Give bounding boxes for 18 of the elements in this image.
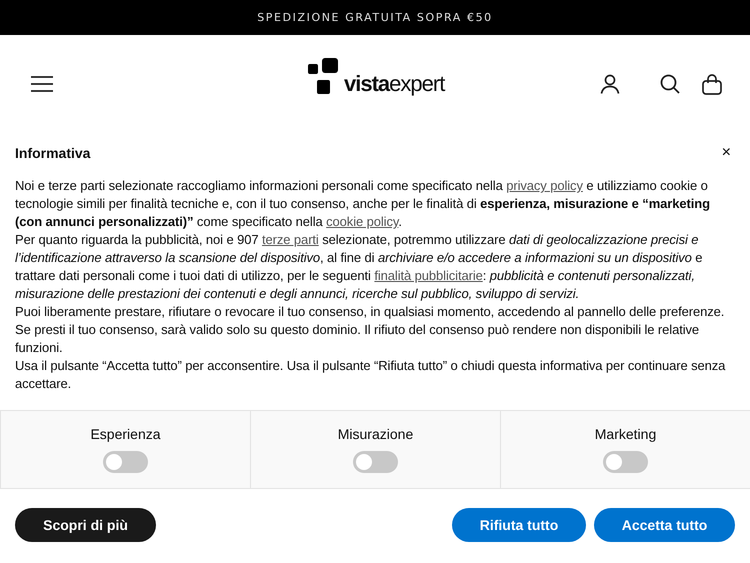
notice-title: Informativa [15,145,90,161]
text-link[interactable]: privacy policy [506,178,583,193]
toggle-label: Esperienza [90,426,161,442]
action-button[interactable]: Scopri di più [15,508,156,542]
notice-paragraph: Puoi liberamente prestare, rifiutare o revocare il tuo consenso, in qualsiasi momento, accedendo al pannello delle preferenze. Se presti il tuo consenso, sarà valido solo su questo dominio. Il rifiuto del consenso può rendere non disponibili le relative funzioni. [15,303,726,357]
notice-paragraph: Usa il pulsante “Accetta tutto” per acconsentire. Usa il pulsante “Rifiuta tutto” o chiudi questa informativa per continuare senza accettare. [15,357,726,393]
toggle-label: Misurazione [338,426,414,442]
action-button[interactable]: Accetta tutto [594,508,735,542]
text-link[interactable]: cookie policy [326,214,398,229]
text-link[interactable]: finalità pubblicitarie [374,268,483,283]
notice-paragraph: Noi e terze parti selezionate raccogliamo informazioni personali come specificato nella privacy policy e utilizziamo cookie o tecnologie simili per finalità tecniche e, con il tuo consenso, anche per le finalità di esperienza, misurazione e “marketing (con annunci personalizzati)” come specificato nella cookie policy. [15,177,711,231]
notice-paragraph: Per quanto riguarda la pubblicità, noi e 907 terze parti selezionate, potremmo utilizzare dati di geolocalizzazione precisi e l’identificazione attraverso la scansione del dispositivo, al fine di archiviare e/o accedere a informazioni su un dispositivo e trattare dati personali come i tuoi dati di utilizzo, per le seguenti finalità pubblicitarie: pubblicità e contenuti personalizzati, misurazione delle prestazioni dei contenuti e degli annunci, ricerche sul pubblico, sviluppo di servizi. [15,231,704,303]
logo-text[interactable]: vistaexpert [344,73,444,95]
close-button[interactable]: × [718,144,735,162]
text-link[interactable]: terze parti [262,232,319,247]
announcement-text: SPEDIZIONE GRATUITA SOPRA €50 [257,11,493,24]
toggle-label: Marketing [594,426,656,442]
action-button[interactable]: Rifiuta tutto [452,508,586,542]
